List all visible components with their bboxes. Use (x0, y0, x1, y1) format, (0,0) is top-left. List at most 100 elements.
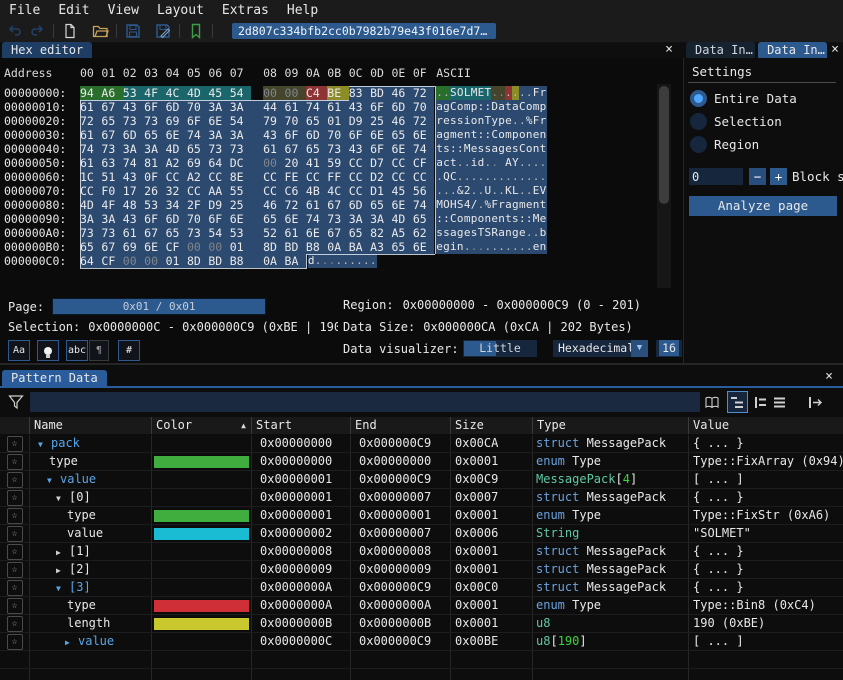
ascii-view-button[interactable]: abc (66, 340, 88, 361)
hex-byte[interactable]: 34 (166, 198, 187, 212)
hex-byte[interactable]: BD (285, 240, 306, 254)
ascii-char[interactable]: . (512, 114, 519, 128)
ascii-char[interactable]: . (478, 198, 485, 212)
hex-byte[interactable]: 01 (327, 114, 348, 128)
hex-byte[interactable]: 67 (101, 240, 122, 254)
hex-byte[interactable]: 6F (208, 212, 229, 226)
ascii-char[interactable]: : (436, 212, 443, 226)
ascii-char[interactable]: . (519, 86, 526, 100)
ascii-char[interactable]: e (491, 212, 498, 226)
col-name[interactable]: Name (30, 417, 152, 434)
ascii-char[interactable]: t (450, 156, 457, 170)
hex-byte[interactable]: CF (166, 240, 187, 254)
ascii-char[interactable]: o (457, 100, 464, 114)
hex-byte[interactable]: 6E (391, 198, 412, 212)
pattern-row[interactable]: ☆▶[2]0x000000090x000000090x0001struct Me… (0, 561, 843, 579)
hex-byte[interactable]: 4C (166, 86, 187, 100)
ascii-char[interactable]: R (491, 226, 498, 240)
ascii-char[interactable]: e (540, 212, 547, 226)
ascii-char[interactable]: T (478, 226, 485, 240)
ascii-char[interactable]: t (505, 212, 512, 226)
hex-byte[interactable]: 46 (391, 86, 412, 100)
ascii-char[interactable]: a (491, 142, 498, 156)
ascii-char[interactable]: . (540, 156, 547, 170)
ascii-char[interactable]: o (471, 114, 478, 128)
ascii-char[interactable]: . (443, 86, 450, 100)
ascii-char[interactable]: e (471, 142, 478, 156)
hex-byte[interactable]: D2 (370, 170, 391, 184)
hex-byte[interactable]: 6E (208, 114, 229, 128)
ascii-char[interactable]: . (356, 254, 363, 268)
hex-byte[interactable]: FE (285, 170, 306, 184)
ascii-char[interactable]: d (308, 254, 315, 268)
hex-byte[interactable]: 00 (187, 240, 208, 254)
ascii-char[interactable]: . (491, 86, 498, 100)
pattern-row[interactable]: ☆▶value0x0000000C0x000000C90x00BEu8[190]… (0, 633, 843, 651)
ascii-char[interactable]: . (436, 184, 443, 198)
ascii-char[interactable]: . (443, 184, 450, 198)
ascii-char[interactable]: O (457, 86, 464, 100)
ascii-char[interactable]: A (505, 156, 512, 170)
hex-byte[interactable]: 8D (187, 254, 208, 268)
hex-byte[interactable]: CC (391, 156, 412, 170)
hex-byte[interactable]: 6D (349, 198, 370, 212)
hex-byte[interactable]: 6D (306, 128, 327, 142)
hex-byte[interactable]: 6E (285, 212, 306, 226)
ascii-char[interactable]: S (450, 86, 457, 100)
ascii-char[interactable]: s (457, 114, 464, 128)
pattern-row[interactable]: ☆▼value0x000000010x000000C90x00C9Message… (0, 471, 843, 489)
hex-byte[interactable]: 01 (166, 254, 187, 268)
hex-byte[interactable]: 6D (391, 100, 412, 114)
hex-byte[interactable]: 73 (208, 142, 229, 156)
ascii-char[interactable]: a (512, 100, 519, 114)
hex-byte[interactable]: CC (306, 170, 327, 184)
ascii-char[interactable]: U (484, 184, 491, 198)
hex-byte[interactable]: 4C (327, 184, 348, 198)
ascii-char[interactable]: : (478, 100, 485, 114)
ascii-char[interactable]: s (443, 142, 450, 156)
ascii-char[interactable]: m (464, 100, 471, 114)
ascii-char[interactable]: C (519, 142, 526, 156)
hex-byte[interactable]: BE (327, 86, 348, 100)
hex-byte[interactable]: 74 (123, 156, 144, 170)
ascii-char[interactable]: n (540, 240, 547, 254)
pattern-row[interactable]: ☆value0x000000020x000000070x0006String"S… (0, 525, 843, 543)
tab-pattern-data[interactable]: Pattern Data (2, 370, 107, 386)
ascii-char[interactable]: e (526, 198, 533, 212)
hex-byte[interactable]: 79 (263, 114, 284, 128)
hex-byte[interactable]: 61 (306, 198, 327, 212)
save-as-button[interactable] (152, 22, 174, 40)
ascii-char[interactable]: n (484, 212, 491, 226)
ascii-char[interactable]: s (512, 142, 519, 156)
expand-arrow-icon[interactable]: ▶ (65, 634, 78, 650)
ascii-char[interactable]: : (457, 142, 464, 156)
ascii-char[interactable]: p (471, 100, 478, 114)
ascii-char[interactable]: g (512, 198, 519, 212)
ascii-char[interactable]: M (471, 86, 478, 100)
ascii-char[interactable]: n (457, 240, 464, 254)
hex-byte[interactable]: 1C (80, 170, 101, 184)
bytes-per-row-input[interactable]: 16 (656, 340, 682, 357)
ascii-char[interactable]: E (478, 86, 485, 100)
ascii-char[interactable]: % (526, 114, 533, 128)
radio-selection[interactable]: Selection (690, 111, 782, 131)
hex-byte[interactable]: D9 (208, 198, 229, 212)
hex-byte[interactable]: 70 (413, 100, 434, 114)
hex-byte[interactable]: 6D (166, 100, 187, 114)
hex-byte[interactable]: D1 (370, 184, 391, 198)
hex-byte[interactable]: 4D (187, 86, 208, 100)
col-start[interactable]: Start (252, 417, 351, 434)
hex-byte[interactable]: 43 (123, 212, 144, 226)
page-slider[interactable]: 0x01 / 0x01 (52, 298, 266, 315)
hex-byte[interactable]: 55 (230, 184, 251, 198)
hex-byte[interactable]: CF (413, 156, 434, 170)
ascii-char[interactable]: . (519, 184, 526, 198)
ascii-char[interactable]: g (498, 142, 505, 156)
ascii-char[interactable]: e (464, 226, 471, 240)
ascii-char[interactable]: . (512, 240, 519, 254)
hex-byte[interactable]: 3A (230, 128, 251, 142)
ascii-char[interactable]: a (436, 156, 443, 170)
favorite-star-button[interactable]: ☆ (7, 634, 23, 650)
hex-byte[interactable]: 73 (230, 142, 251, 156)
hex-byte[interactable]: 0F (144, 170, 165, 184)
